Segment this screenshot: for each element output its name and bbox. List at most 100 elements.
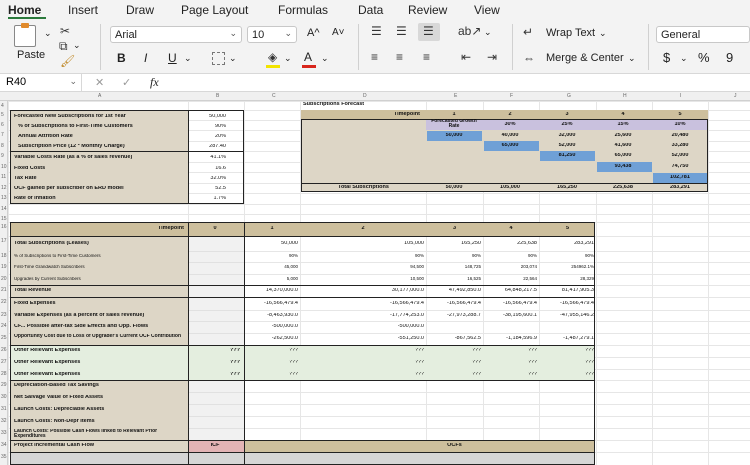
cf-value-cell[interactable]: ??? xyxy=(428,372,481,378)
tab-home[interactable]: Home xyxy=(8,3,41,17)
cancel-icon[interactable]: ✕ xyxy=(95,76,104,89)
param-value-cell[interactable]: 52.5 xyxy=(190,186,226,192)
cf-value-cell[interactable]: 45,000 xyxy=(246,265,298,270)
cf-value-cell[interactable]: 148,725 xyxy=(428,265,481,270)
cohort-cell[interactable]: 32,000 xyxy=(541,133,593,139)
cf-value-cell[interactable]: -17,774,253.0 xyxy=(302,313,424,319)
align-middle-icon[interactable]: ☰ xyxy=(396,24,407,38)
row-header[interactable]: 11 xyxy=(1,174,6,180)
row-header[interactable]: 13 xyxy=(1,195,7,201)
row-header[interactable]: 31 xyxy=(1,406,7,412)
insert-function-button[interactable]: fx xyxy=(150,75,159,90)
growth-rate-cell[interactable]: 25% xyxy=(541,122,593,128)
cf-value-cell[interactable]: 50,000 xyxy=(246,241,298,247)
cf-value-cell[interactable]: ??? xyxy=(246,372,298,378)
italic-button[interactable]: I xyxy=(144,51,147,65)
align-right-icon[interactable]: ≡ xyxy=(423,50,430,64)
grow-font-button[interactable]: A^ xyxy=(307,27,320,39)
cf-value-cell[interactable]: 47,492,850.0 xyxy=(428,288,481,294)
underline-button[interactable]: U xyxy=(168,51,177,65)
tab-view[interactable]: View xyxy=(474,3,500,17)
comma-style-button[interactable]: 9 xyxy=(726,50,733,65)
cohort-cell[interactable]: 65,000 xyxy=(484,143,536,149)
borders-icon[interactable] xyxy=(212,52,225,65)
cf-value-cell[interactable]: 165,250 xyxy=(428,241,481,247)
cohort-cell[interactable]: 41,600 xyxy=(597,143,649,149)
cohort-cell[interactable]: 25,600 xyxy=(597,133,649,139)
growth-rate-cell[interactable]: 30% xyxy=(484,122,536,128)
column-header[interactable]: F xyxy=(510,93,513,99)
cohort-cell[interactable]: 52,000 xyxy=(541,143,593,149)
cf-value-cell[interactable]: -16,566,479.4 xyxy=(246,301,298,307)
cf-value-cell[interactable]: 16,525 xyxy=(428,277,481,282)
format-painter-icon[interactable]: 🖌 xyxy=(60,54,75,68)
confirm-icon[interactable]: ✓ xyxy=(122,76,131,89)
merge-dropdown-icon[interactable]: ⌄ xyxy=(628,53,636,64)
cf-value-cell[interactable]: 30,177,000.0 xyxy=(302,288,424,294)
tab-data[interactable]: Data xyxy=(358,3,383,17)
cf-value-cell[interactable]: 254962.1% xyxy=(541,265,594,270)
currency-dropdown-icon[interactable]: ⌄ xyxy=(680,53,688,64)
tab-page-layout[interactable]: Page Layout xyxy=(181,3,248,17)
cf-value-cell[interactable]: 14,370,000.0 xyxy=(246,288,298,294)
paste-icon[interactable] xyxy=(14,23,36,47)
column-header[interactable]: I xyxy=(680,93,681,99)
row-header[interactable]: 30 xyxy=(1,394,7,400)
cf-value-cell[interactable]: 28,329 xyxy=(541,277,594,282)
cf-value-cell[interactable]: 105,000 xyxy=(302,241,424,247)
row-header[interactable]: 32 xyxy=(1,418,7,424)
row-header[interactable]: 24 xyxy=(1,323,7,329)
row-header[interactable]: 21 xyxy=(1,287,7,293)
row-header[interactable]: 14 xyxy=(1,206,7,212)
formula-input[interactable] xyxy=(172,74,750,91)
row-header[interactable]: 23 xyxy=(1,312,7,318)
cf-value-cell[interactable]: 5,000 xyxy=(246,277,298,282)
cf-value-cell[interactable]: ??? xyxy=(541,348,594,354)
param-value-cell[interactable]: 90% xyxy=(190,124,226,130)
cf-value-cell[interactable]: 90% xyxy=(485,254,537,259)
row-header[interactable]: 5 xyxy=(1,112,4,118)
cohort-cell[interactable]: 81,250 xyxy=(541,153,593,159)
wrap-text-button[interactable]: Wrap Text xyxy=(546,27,595,39)
cf-value-cell[interactable]: -551,250.0 xyxy=(302,336,424,342)
row-header[interactable]: 4 xyxy=(1,103,4,109)
cf-value-cell[interactable]: ??? xyxy=(428,348,481,354)
column-header[interactable]: B xyxy=(216,93,219,99)
cf-value-cell[interactable]: -262,500.0 xyxy=(246,336,298,342)
cf-value-cell[interactable]: -500,000.0 xyxy=(246,324,298,330)
cf-value-cell[interactable]: OCFs xyxy=(428,443,481,449)
number-format-select[interactable]: General xyxy=(656,26,750,43)
cf-value-cell[interactable]: ??? xyxy=(541,360,594,366)
param-value-cell[interactable]: 287.40 xyxy=(190,144,226,150)
orientation-dropdown-icon[interactable]: ⌄ xyxy=(484,27,492,38)
cf-value-cell[interactable]: 90% xyxy=(428,254,481,259)
row-header[interactable]: 27 xyxy=(1,359,7,365)
cf-value-cell[interactable]: 225,638 xyxy=(485,241,537,247)
shrink-font-button[interactable]: A˅ xyxy=(332,27,345,38)
cf-value-cell[interactable]: -1,487,279.1 xyxy=(541,336,594,342)
row-header[interactable]: 17 xyxy=(1,238,7,244)
cf-value-cell[interactable]: 10,500 xyxy=(302,277,424,282)
cf-value-cell[interactable]: 94,500 xyxy=(302,265,424,270)
row-header[interactable]: 18 xyxy=(1,253,7,259)
font-color-button[interactable]: A xyxy=(304,50,312,64)
align-top-icon[interactable]: ☰ xyxy=(371,24,382,38)
cf-value-cell[interactable]: -27,973,288.7 xyxy=(428,313,481,319)
cohort-cell[interactable]: 33,280 xyxy=(654,143,706,149)
cf-value-cell[interactable]: 81,417,905.3 xyxy=(541,288,594,294)
cf-value-cell[interactable]: ??? xyxy=(541,372,594,378)
align-center-icon[interactable]: ≡ xyxy=(396,50,403,64)
cf-value-cell[interactable]: -38,195,600.1 xyxy=(485,313,537,319)
cohort-cell[interactable]: 93,438 xyxy=(597,164,649,170)
cf-value-cell[interactable]: -867,562.5 xyxy=(428,336,481,342)
cf-value-cell[interactable]: ??? xyxy=(246,348,298,354)
bold-button[interactable]: B xyxy=(117,51,126,65)
param-value-cell[interactable]: 32.0% xyxy=(190,176,226,182)
cohort-cell[interactable]: 65,000 xyxy=(597,153,649,159)
tab-draw[interactable]: Draw xyxy=(126,3,154,17)
row-header[interactable]: 19 xyxy=(1,264,7,270)
percent-button[interactable]: % xyxy=(698,50,710,65)
cf-value-cell[interactable]: 90% xyxy=(246,254,298,259)
forecast-total-cell[interactable]: 283,291 xyxy=(654,185,706,191)
column-header[interactable]: H xyxy=(623,93,627,99)
